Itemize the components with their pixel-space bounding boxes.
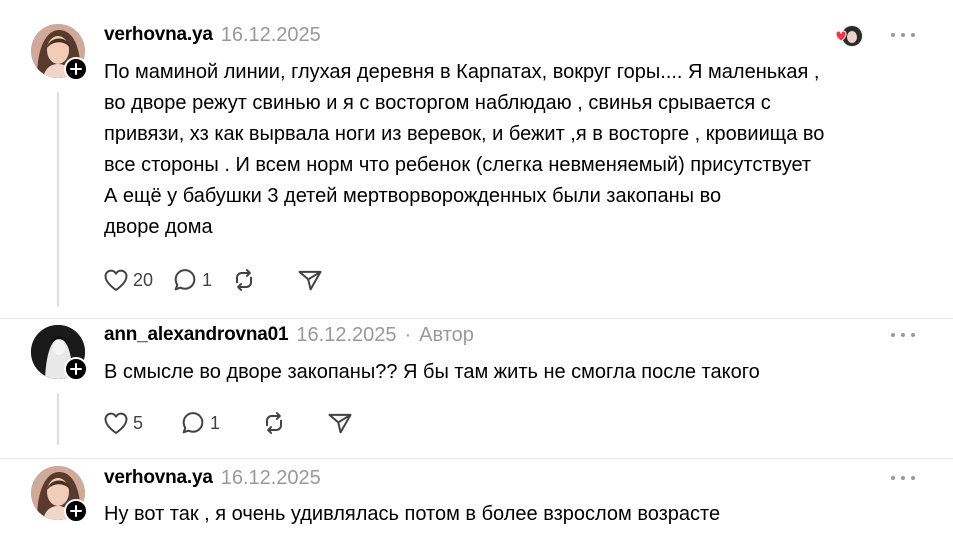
comment-date[interactable]: 16.12.2025 xyxy=(221,467,321,490)
text-line: Ну вот так , я очень удивлялась потом в … xyxy=(104,503,721,525)
reply-count: 1 xyxy=(202,269,213,290)
comment-bubble-icon xyxy=(182,412,204,434)
username[interactable]: ann_alexandrovna01 xyxy=(104,324,289,346)
comment-bubble-icon xyxy=(174,269,196,291)
thread-line xyxy=(57,393,59,445)
comment-text: По маминой линии, глухая деревня в Карпа… xyxy=(104,57,944,243)
paper-plane-icon xyxy=(298,270,322,291)
comment-header: verhovna.ya 16.12.2025 xyxy=(104,23,321,47)
separator-dot: · xyxy=(404,323,412,346)
reply-count: 1 xyxy=(210,412,221,433)
repost-button[interactable] xyxy=(260,409,288,437)
share-button[interactable] xyxy=(326,409,354,437)
follow-plus-icon[interactable] xyxy=(64,57,88,81)
more-horizontal-icon[interactable] xyxy=(891,473,915,483)
share-button[interactable] xyxy=(296,266,324,294)
action-bar: 5 1 xyxy=(102,408,372,438)
comment-date[interactable]: 16.12.2025 xyxy=(221,24,321,47)
username[interactable]: verhovna.ya xyxy=(104,24,213,46)
comment-date[interactable]: 16.12.2025 xyxy=(296,324,396,347)
heart-avatar-icon xyxy=(830,24,866,48)
repost-arrows-icon xyxy=(236,269,253,291)
thread-line xyxy=(57,92,59,307)
like-button[interactable]: 20 xyxy=(102,266,153,294)
text-line: дворе дома xyxy=(104,216,213,238)
comment-header: verhovna.ya 16.12.2025 xyxy=(104,466,321,490)
text-line: все стороны . И всем норм что ребенок (с… xyxy=(104,154,812,176)
divider xyxy=(0,458,953,459)
text-line: В смысле во дворе закопаны?? Я бы там жи… xyxy=(104,361,760,383)
text-line: привязи, хз как вырвала ноги из веревок,… xyxy=(104,123,825,145)
paper-plane-icon xyxy=(328,413,352,434)
repost-button[interactable] xyxy=(230,266,258,294)
heart-icon xyxy=(104,412,128,434)
like-count: 5 xyxy=(133,412,144,433)
comment-text: Ну вот так , я очень удивлялась потом в … xyxy=(104,499,944,530)
divider xyxy=(0,318,953,319)
repost-arrows-icon xyxy=(266,412,283,434)
more-horizontal-icon[interactable] xyxy=(891,30,915,40)
action-bar: 20 1 xyxy=(102,265,342,295)
author-badge: Автор xyxy=(419,323,474,346)
comment-header: ann_alexandrovna01 16.12.2025 · Автор xyxy=(104,323,474,347)
text-line: во дворе режут свинью и я с восторгом на… xyxy=(104,92,771,114)
text-line: А ещё у бабушки 3 детей мертворворожденн… xyxy=(104,185,722,207)
follow-plus-icon[interactable] xyxy=(64,499,88,523)
reply-button[interactable]: 1 xyxy=(179,409,220,437)
heart-icon xyxy=(104,269,128,291)
username[interactable]: verhovna.ya xyxy=(104,467,213,489)
like-count: 20 xyxy=(133,269,154,290)
more-horizontal-icon[interactable] xyxy=(891,330,915,340)
text-line: По маминой линии, глухая деревня в Карпа… xyxy=(104,61,820,83)
reply-button[interactable]: 1 xyxy=(171,266,212,294)
like-button[interactable]: 5 xyxy=(102,409,143,437)
follow-plus-icon[interactable] xyxy=(64,357,88,381)
comment-text: В смысле во дворе закопаны?? Я бы там жи… xyxy=(104,357,944,388)
